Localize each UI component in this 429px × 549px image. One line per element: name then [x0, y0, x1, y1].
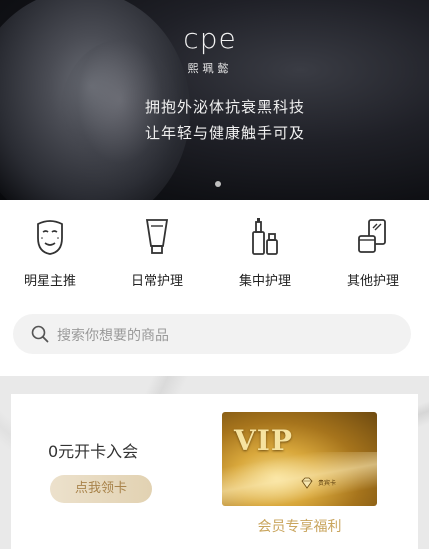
bottles-icon	[252, 218, 278, 255]
category-item-star[interactable]: 明星主推	[5, 216, 95, 289]
banner-slogan-line1: 拥抱外泌体抗衰黑科技	[144, 98, 305, 116]
face-mask-icon	[37, 220, 63, 255]
member-offer-title: 0元开卡入会	[48, 442, 139, 461]
claim-card-button[interactable]: 点我领卡	[50, 475, 152, 503]
category-label: 集中护理	[238, 274, 291, 289]
brand-subtitle: 熙珮懿	[187, 62, 233, 75]
tube-icon	[145, 219, 169, 254]
vip-label: VIP	[234, 424, 293, 457]
category-item-daily[interactable]: 日常护理	[112, 216, 202, 289]
vip-card-text: 贵宾卡	[318, 480, 337, 487]
category-label: 明星主推	[23, 274, 76, 289]
search-icon	[31, 325, 49, 343]
category-label: 其他护理	[346, 274, 399, 289]
jars-icon	[358, 219, 386, 253]
category-label: 日常护理	[130, 274, 183, 289]
search-bar[interactable]: 搜索你想要的商品	[13, 314, 411, 354]
hero-banner[interactable]: cpe 熙珮懿 拥抱外泌体抗衰黑科技 让年轻与健康触手可及	[0, 0, 429, 200]
search-placeholder[interactable]: 搜索你想要的商品	[57, 325, 169, 345]
category-item-intensive[interactable]: 集中护理	[220, 216, 310, 289]
member-benefit-caption[interactable]: 会员专享福利	[222, 516, 377, 536]
carousel-indicator[interactable]	[215, 181, 221, 187]
diamond-icon	[301, 477, 313, 489]
banner-slogan-line2: 让年轻与健康触手可及	[144, 124, 305, 142]
brand-logo: cpe	[183, 22, 237, 55]
vip-card-image[interactable]: VIP 贵宾卡	[222, 412, 377, 506]
category-item-other[interactable]: 其他护理	[328, 216, 418, 289]
category-nav: 明星主推 日常护理 集中护理 其他护理	[0, 216, 429, 296]
